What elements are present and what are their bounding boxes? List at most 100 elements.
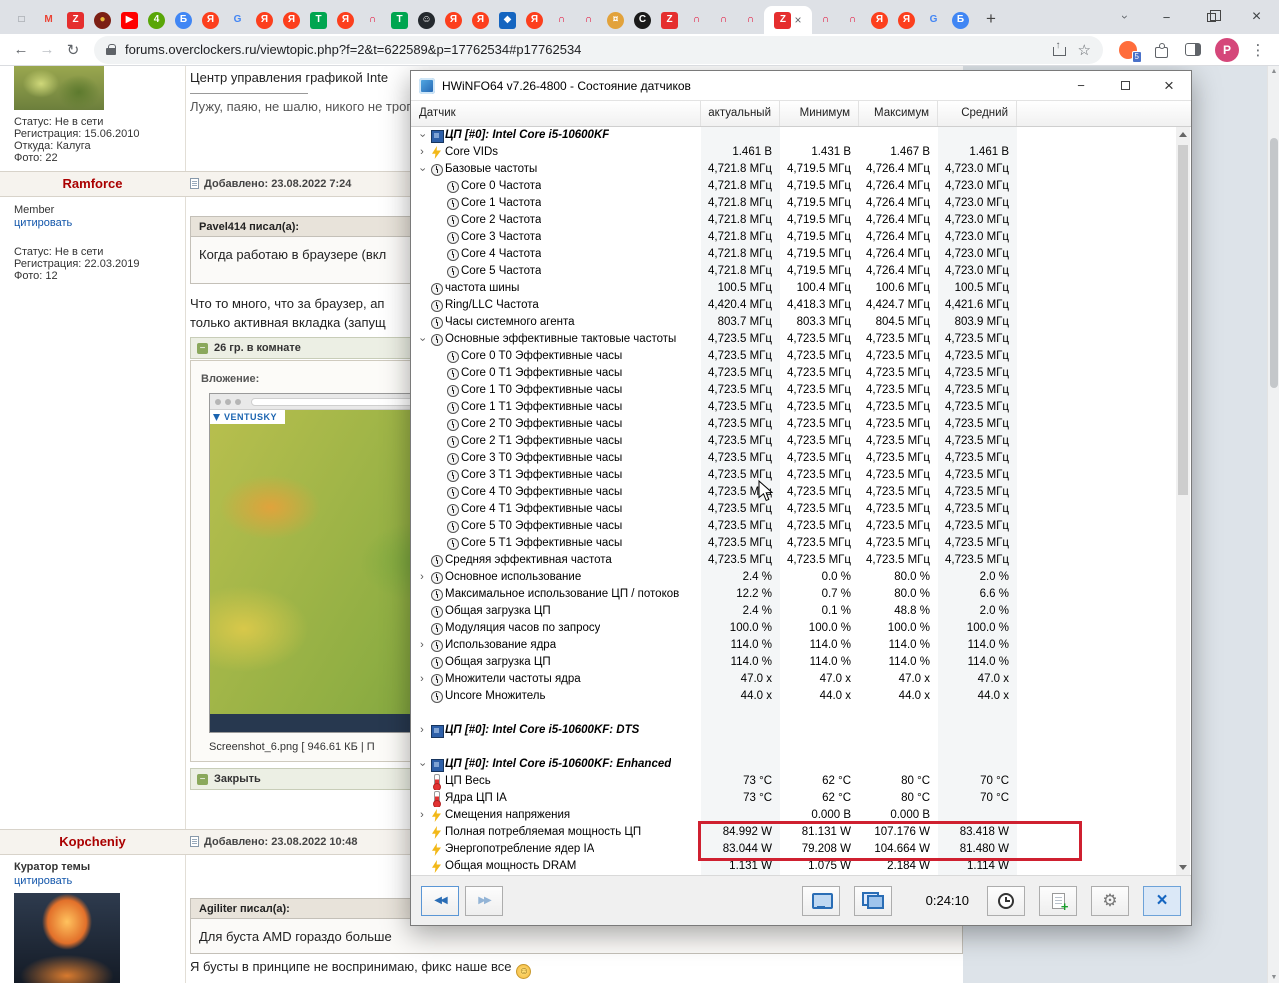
report-button[interactable] — [1039, 885, 1077, 916]
minimize-button[interactable]: − — [1059, 71, 1103, 100]
browser-tab[interactable]: Я — [251, 6, 278, 34]
hwinfo-titlebar[interactable]: HWiNFO64 v7.26-4800 - Состояние датчиков… — [411, 71, 1191, 101]
quote-link[interactable]: цитировать — [14, 875, 72, 887]
sensor-row[interactable]: › Core VIDs 1.461 В 1.431 В 1.467 В 1.461 В — [411, 144, 1177, 161]
reload-button[interactable]: ↻ — [60, 37, 86, 63]
sensor-row[interactable]: частота шины 100.5 МГц 100.4 МГц 100.6 МГц 1… — [411, 280, 1177, 297]
sensor-row[interactable]: Ring/LLC Частота 4,420.4 МГц 4,418.3 МГц 4,… — [411, 297, 1177, 314]
close-sensors-button[interactable]: × — [1143, 885, 1181, 916]
sensor-row[interactable]: Средняя эффективная частота 4,723.5 МГц 4,… — [411, 552, 1177, 569]
sensor-section-row[interactable]: › ЦП [#0]: Intel Core i5-10600KF: Enhance… — [411, 756, 1177, 773]
sensor-row[interactable]: Core 5 T1 Эффективные часы 4,723.5 МГц 4,7… — [411, 535, 1177, 552]
browser-tab[interactable]: Я — [440, 6, 467, 34]
browser-tab-active[interactable]: Z × — [764, 6, 812, 34]
browser-tab[interactable]: M — [35, 6, 62, 34]
sensor-row[interactable]: Общая загрузка ЦП 114.0 % 114.0 % 114.0 % 11… — [411, 654, 1177, 671]
browser-tab[interactable]: ∩ — [737, 6, 764, 34]
sensor-row[interactable]: Core 0 T0 Эффективные часы 4,723.5 МГц 4,7… — [411, 348, 1177, 365]
column-header-avg[interactable]: Средний — [938, 101, 1017, 126]
browser-tab[interactable]: ∩ — [359, 6, 386, 34]
expand-arrow-icon[interactable]: › — [415, 569, 429, 586]
sensor-row[interactable]: › Базовые частоты 4,721.8 МГц 4,719.5 МГц 4,… — [411, 161, 1177, 178]
sensor-row[interactable]: Core 2 T0 Эффективные часы 4,723.5 МГц 4,7… — [411, 416, 1177, 433]
sensor-row[interactable]: Core 0 Частота 4,721.8 МГц 4,719.5 МГц 4,72… — [411, 178, 1177, 195]
column-header-max[interactable]: Максимум — [859, 101, 938, 126]
browser-tab[interactable]: ∩ — [548, 6, 575, 34]
scrollbar-thumb[interactable] — [1178, 145, 1188, 495]
sensor-row[interactable]: Core 2 T1 Эффективные часы 4,723.5 МГц 4,7… — [411, 433, 1177, 450]
browser-tab[interactable]: Я — [893, 6, 920, 34]
expand-arrow-icon[interactable]: › — [415, 637, 429, 654]
browser-tab[interactable]: Б — [947, 6, 974, 34]
sensor-row[interactable]: Core 5 Частота 4,721.8 МГц 4,719.5 МГц 4,72… — [411, 263, 1177, 280]
expand-arrow-icon[interactable]: › — [415, 722, 429, 739]
browser-tab[interactable]: ∩ — [812, 6, 839, 34]
collapse-arrow-icon[interactable]: › — [414, 129, 431, 143]
sensor-scrollbar[interactable] — [1176, 127, 1190, 875]
browser-tab[interactable]: Z — [62, 6, 89, 34]
browser-tab[interactable]: ☺ — [413, 6, 440, 34]
sensor-row[interactable]: › Основное использование 2.4 % 0.0 % 80.0 % 2… — [411, 569, 1177, 586]
address-bar[interactable]: forums.overclockers.ru/viewtopic.php?f=2… — [94, 35, 1103, 64]
adblock-extension-icon[interactable]: 5 — [1119, 40, 1142, 63]
scroll-up-arrow[interactable]: ▲ — [1270, 68, 1278, 75]
browser-tab[interactable]: Т — [305, 6, 332, 34]
profile-avatar[interactable]: P — [1215, 37, 1239, 62]
sensor-row[interactable]: ЦП Весь 73 °C 62 °C 80 °C 70 °C — [411, 773, 1177, 790]
column-header-sensor[interactable]: Датчик — [411, 101, 701, 126]
browser-tab[interactable]: ∩ — [710, 6, 737, 34]
expand-arrow-icon[interactable]: › — [415, 671, 429, 688]
browser-tab[interactable]: Я — [467, 6, 494, 34]
sensor-row[interactable]: Core 1 T0 Эффективные часы 4,723.5 МГц 4,7… — [411, 382, 1177, 399]
sensor-row[interactable]: Core 4 T0 Эффективные часы 4,723.5 МГц 4,7… — [411, 484, 1177, 501]
window-restore-button[interactable] — [1189, 0, 1234, 34]
sensor-row[interactable]: Uncore Множитель 44.0 x 44.0 x 44.0 x 44.0 x — [411, 688, 1177, 705]
side-panel-icon[interactable] — [1185, 43, 1201, 56]
sensor-row[interactable]: › Использование ядра 114.0 % 114.0 % 114.0 %… — [411, 637, 1177, 654]
scrollbar-thumb[interactable] — [1270, 138, 1278, 388]
scroll-up-arrow[interactable] — [1179, 132, 1187, 137]
sensor-row[interactable]: Общая загрузка ЦП 2.4 % 0.1 % 48.8 % 2.0 % — [411, 603, 1177, 620]
column-header-current[interactable]: актуальный — [701, 101, 780, 126]
browser-tab[interactable]: ¤ — [602, 6, 629, 34]
sensor-row[interactable]: Core 1 T1 Эффективные часы 4,723.5 МГц 4,7… — [411, 399, 1177, 416]
new-tab-button[interactable]: + — [978, 6, 1004, 32]
sensor-row[interactable]: Максимальное использование ЦП / потоков 1… — [411, 586, 1177, 603]
sensor-row[interactable]: Core 2 Частота 4,721.8 МГц 4,719.5 МГц 4,72… — [411, 212, 1177, 229]
browser-tab[interactable]: Я — [521, 6, 548, 34]
sensor-row[interactable]: › Смещения напряжения 0.000 В 0.000 В — [411, 807, 1177, 824]
close-button[interactable]: × — [1147, 71, 1191, 100]
bookmark-star-icon[interactable]: ☆ — [1078, 41, 1091, 59]
window-minimize-button[interactable]: − — [1144, 0, 1189, 34]
username-link[interactable]: Kopcheniy — [0, 830, 185, 854]
clock-button[interactable] — [987, 885, 1025, 916]
sensor-row[interactable]: Модуляция часов по запросу 100.0 % 100.0 %… — [411, 620, 1177, 637]
sensor-row[interactable]: Общая мощность DRAM 1.131 W 1.075 W 2.184 W… — [411, 858, 1177, 875]
quote-link[interactable]: цитировать — [14, 217, 72, 229]
sensor-row[interactable]: Core 4 Частота 4,721.8 МГц 4,719.5 МГц 4,72… — [411, 246, 1177, 263]
menu-icon[interactable]: ⋮ — [1245, 37, 1271, 63]
sensor-row[interactable]: Полная потребляемая мощность ЦП 84.992 W 8… — [411, 824, 1177, 841]
share-icon[interactable] — [1052, 40, 1066, 57]
sensors-forward-button[interactable]: ▶▶ — [465, 885, 503, 916]
window-close-button[interactable]: × — [1234, 0, 1279, 34]
scroll-down-arrow[interactable]: ▼ — [1270, 974, 1278, 981]
sensor-row[interactable]: Core 3 Частота 4,721.8 МГц 4,719.5 МГц 4,72… — [411, 229, 1177, 246]
browser-tab[interactable]: Я — [278, 6, 305, 34]
sensors-back-button[interactable]: ◀◀ — [421, 885, 459, 916]
browser-tab[interactable]: ∩ — [575, 6, 602, 34]
browser-tab[interactable]: □ — [8, 6, 35, 34]
sensor-row[interactable]: Core 5 T0 Эффективные часы 4,723.5 МГц 4,7… — [411, 518, 1177, 535]
sensor-row[interactable]: Core 3 T0 Эффективные часы 4,723.5 МГц 4,7… — [411, 450, 1177, 467]
maximize-button[interactable] — [1103, 71, 1147, 100]
browser-tab[interactable]: G — [920, 6, 947, 34]
sensor-row[interactable]: Ядра ЦП IA 73 °C 62 °C 80 °C 70 °C — [411, 790, 1177, 807]
settings-button[interactable]: ⚙ — [1091, 885, 1129, 916]
sensor-row[interactable]: Core 3 T1 Эффективные часы 4,723.5 МГц 4,7… — [411, 467, 1177, 484]
browser-tab[interactable]: ● — [89, 6, 116, 34]
browser-tab[interactable]: ∩ — [839, 6, 866, 34]
page-scrollbar[interactable]: ▲ ▼ — [1267, 66, 1279, 983]
tab-close-icon[interactable]: × — [794, 13, 801, 27]
collapse-arrow-icon[interactable]: › — [414, 333, 431, 347]
browser-tab[interactable]: Б — [170, 6, 197, 34]
